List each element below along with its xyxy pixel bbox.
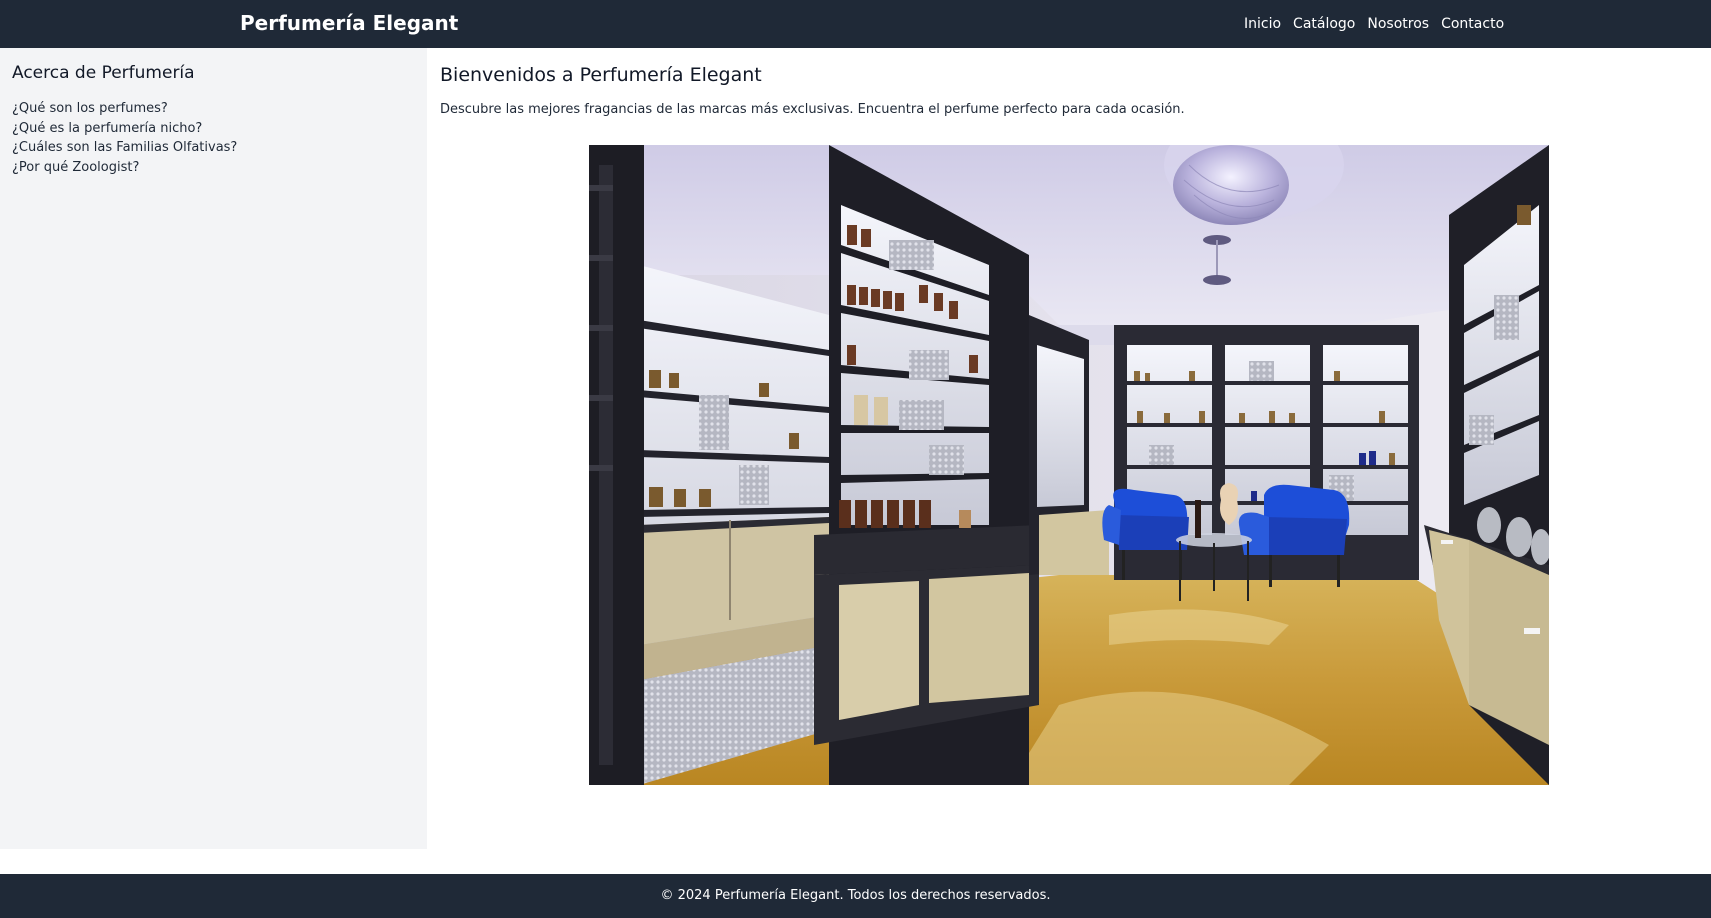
store-interior-image (589, 145, 1549, 785)
site-footer: © 2024 Perfumería Elegant. Todos los der… (0, 874, 1711, 918)
sidebar-link-nicho[interactable]: ¿Qué es la perfumería nicho? (12, 121, 202, 136)
sidebar: Acerca de Perfumería ¿Qué son los perfum… (0, 48, 427, 849)
nav-link-inicio[interactable]: Inicio (1244, 15, 1281, 33)
sidebar-title: Acerca de Perfumería (12, 63, 195, 83)
sidebar-item: ¿Por qué Zoologist? (12, 158, 237, 178)
sidebar-links: ¿Qué son los perfumes? ¿Qué es la perfum… (12, 99, 237, 177)
page-title: Bienvenidos a Perfumería Elegant (440, 64, 762, 86)
footer-copyright: © 2024 Perfumería Elegant. Todos los der… (660, 888, 1051, 903)
sidebar-link-zoologist[interactable]: ¿Por qué Zoologist? (12, 160, 139, 175)
nav-link-catalogo[interactable]: Catálogo (1293, 15, 1355, 33)
page-description: Descubre las mejores fragancias de las m… (440, 102, 1185, 117)
sidebar-item: ¿Qué es la perfumería nicho? (12, 119, 237, 139)
nav-link-nosotros[interactable]: Nosotros (1367, 15, 1429, 33)
sidebar-link-perfumes[interactable]: ¿Qué son los perfumes? (12, 101, 168, 116)
top-navbar: Perfumería Elegant Inicio Catálogo Nosot… (0, 0, 1711, 48)
sidebar-link-familias[interactable]: ¿Cuáles son las Familias Olfativas? (12, 140, 237, 155)
sidebar-item: ¿Qué son los perfumes? (12, 99, 237, 119)
main-nav: Inicio Catálogo Nosotros Contacto (1244, 15, 1504, 33)
nav-link-contacto[interactable]: Contacto (1441, 15, 1504, 33)
site-brand[interactable]: Perfumería Elegant (240, 11, 458, 35)
sidebar-item: ¿Cuáles son las Familias Olfativas? (12, 138, 237, 158)
